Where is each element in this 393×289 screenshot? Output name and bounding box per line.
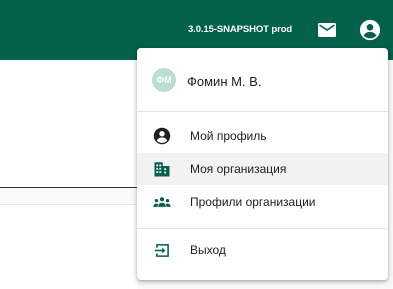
content-panel [0,60,137,188]
menu-divider [137,111,388,112]
exit-icon [153,241,171,259]
user-info: ФМ Фомин М. В. [137,48,388,112]
menu-item-label: Моя организация [190,162,287,176]
menu-item-my-profile[interactable]: Мой профиль [137,120,388,152]
menu-item-label: Мой профиль [190,129,267,143]
user-menu: ФМ Фомин М. В. Мой профиль Моя организац… [137,48,388,280]
account-circle-icon [359,19,381,41]
menu-item-label: Профили организации [190,195,316,209]
account-circle-icon [153,127,171,145]
user-name: Фомин М. В. [187,74,262,89]
menu-item-organization-profiles[interactable]: Профили организации [137,186,388,218]
mail-button[interactable] [317,20,337,40]
menu-item-my-organization[interactable]: Моя организация [137,153,388,185]
content-panel-lower [0,204,137,289]
avatar: ФМ [152,68,176,92]
building-icon [153,160,171,178]
menu-item-label: Выход [190,243,226,257]
mail-icon [318,23,336,37]
version-label: 3.0.15-SNAPSHOT prod [188,24,293,35]
group-icon [153,193,171,211]
menu-divider [137,228,388,229]
account-button[interactable] [358,18,382,42]
menu-item-logout[interactable]: Выход [137,234,388,266]
